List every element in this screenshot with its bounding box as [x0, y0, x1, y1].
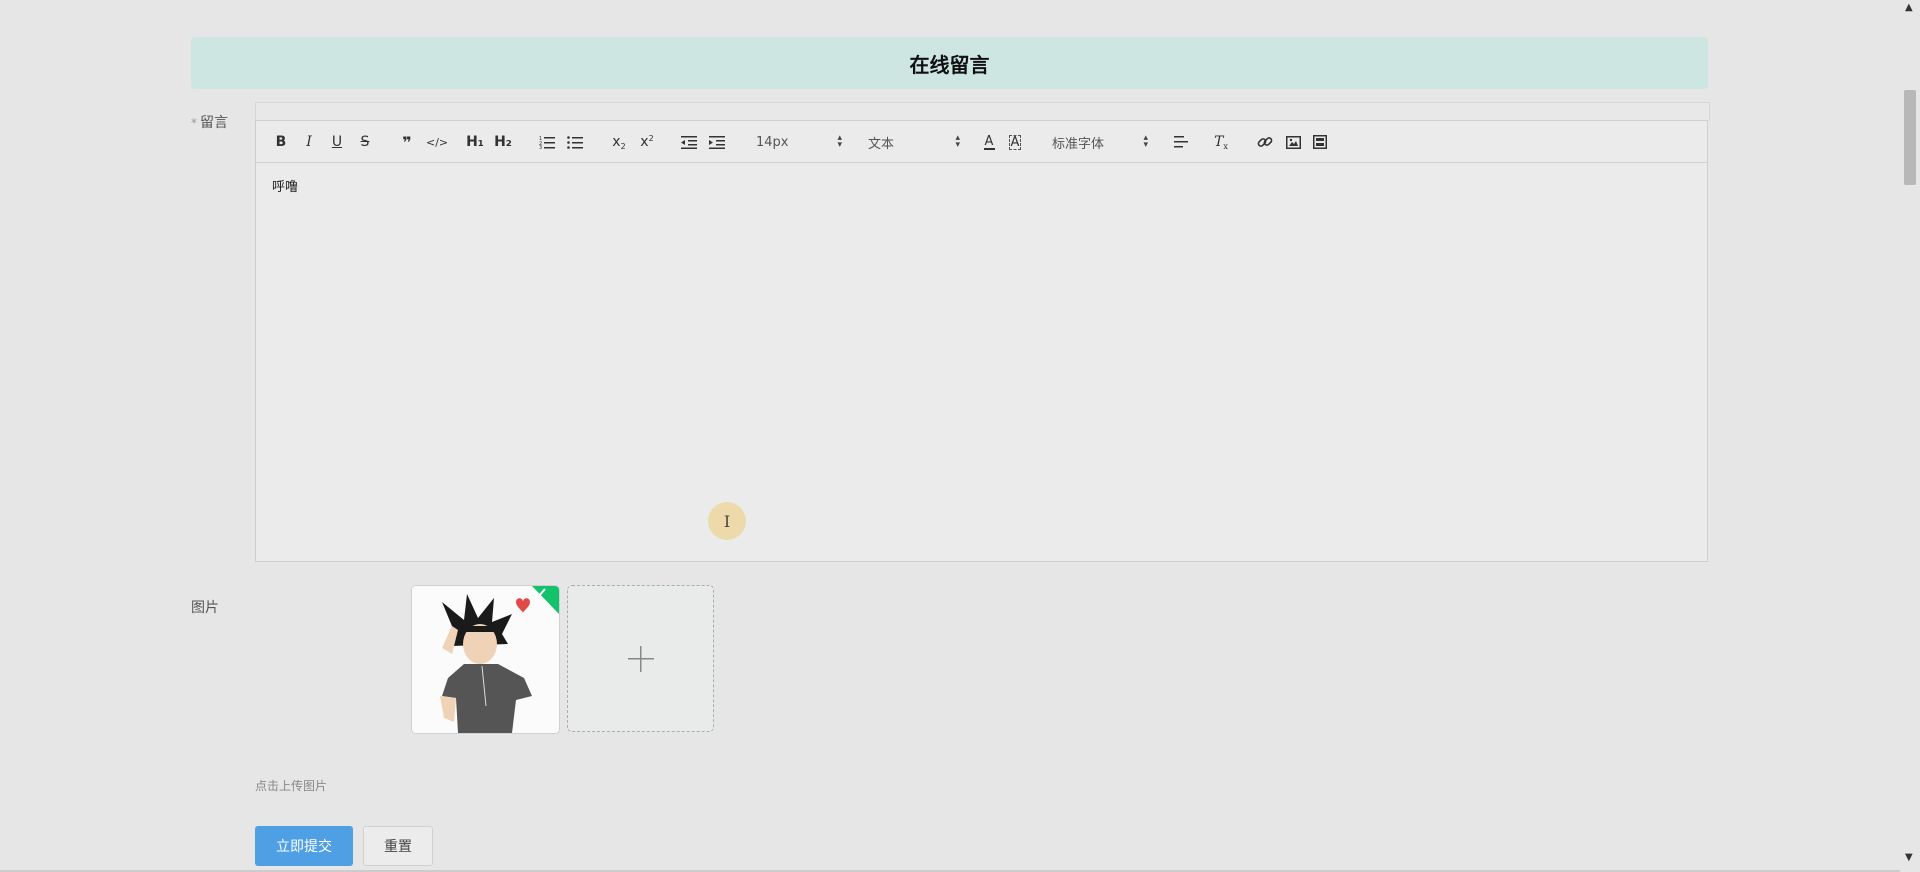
superscript-icon[interactable]: x2: [638, 131, 656, 153]
ordered-list-icon[interactable]: 123: [538, 131, 556, 153]
code-icon[interactable]: </>: [426, 131, 448, 153]
quote-icon[interactable]: ❞: [398, 131, 416, 153]
underline-icon[interactable]: U: [328, 131, 346, 153]
font-color-icon[interactable]: A: [980, 131, 998, 153]
h1-icon[interactable]: H₁: [466, 131, 484, 153]
required-mark: *: [191, 116, 197, 130]
vertical-scrollbar[interactable]: ▲ ▼: [1900, 0, 1920, 872]
subscript-icon[interactable]: x2: [610, 131, 628, 153]
text-cursor-icon: I: [708, 502, 746, 540]
message-label: * 留言: [191, 112, 228, 132]
rich-text-editor[interactable]: B I U S ❞ </> H₁ H₂ 123 x2 x2 14px ▴ ▾ 文…: [255, 120, 1708, 562]
indent-icon[interactable]: [708, 131, 726, 153]
link-icon[interactable]: [1256, 131, 1274, 153]
uploaded-image-thumbnail[interactable]: [411, 585, 560, 734]
submit-button[interactable]: 立即提交: [255, 826, 353, 866]
select-caret-icon: ▴ ▾: [1143, 133, 1148, 150]
scroll-down-icon[interactable]: ▼: [1905, 852, 1913, 863]
bold-icon[interactable]: B: [272, 131, 290, 153]
select-caret-icon: ▴ ▾: [837, 133, 842, 150]
h2-icon[interactable]: H₂: [494, 131, 512, 153]
plus-icon: [627, 645, 654, 672]
svg-text:3: 3: [539, 145, 542, 149]
outdent-icon[interactable]: [680, 131, 698, 153]
editor-content[interactable]: 呼噜: [272, 176, 298, 195]
scrollbar-thumb[interactable]: [1904, 90, 1916, 185]
font-size-select[interactable]: 14px ▴ ▾: [756, 131, 842, 153]
editor-toolbar: B I U S ❞ </> H₁ H₂ 123 x2 x2 14px ▴ ▾ 文…: [256, 121, 1707, 163]
bullet-list-icon[interactable]: [566, 131, 584, 153]
scroll-up-icon[interactable]: ▲: [1905, 2, 1913, 13]
reset-button[interactable]: 重置: [363, 826, 433, 866]
header-select-value: 文本: [868, 136, 895, 152]
background-color-icon[interactable]: A: [1006, 131, 1024, 153]
font-size-value: 14px: [756, 134, 789, 150]
page-title: 在线留言: [909, 52, 990, 77]
select-caret-icon: ▴ ▾: [955, 133, 960, 150]
header-select[interactable]: 文本 ▴ ▾: [868, 131, 960, 153]
font-family-select[interactable]: 标准字体 ▴ ▾: [1052, 131, 1148, 153]
strike-icon[interactable]: S: [356, 131, 374, 153]
upload-hint: 点击上传图片: [255, 779, 328, 793]
page-title-bar: 在线留言: [191, 37, 1708, 89]
image-label: 图片: [191, 600, 219, 616]
message-label-text: 留言: [200, 115, 228, 131]
clear-format-icon[interactable]: Tx: [1212, 131, 1230, 153]
image-icon[interactable]: [1284, 131, 1302, 153]
video-icon[interactable]: [1311, 131, 1329, 153]
italic-icon[interactable]: I: [300, 131, 318, 153]
font-family-value: 标准字体: [1052, 136, 1105, 152]
upload-image-button[interactable]: [567, 585, 714, 732]
page: 在线留言 *留言 B I U S ❞ </> H₁ H₂ 123 x2 x2: [0, 0, 1920, 872]
align-icon[interactable]: [1172, 131, 1190, 153]
editor-top-strip: [255, 102, 1710, 121]
